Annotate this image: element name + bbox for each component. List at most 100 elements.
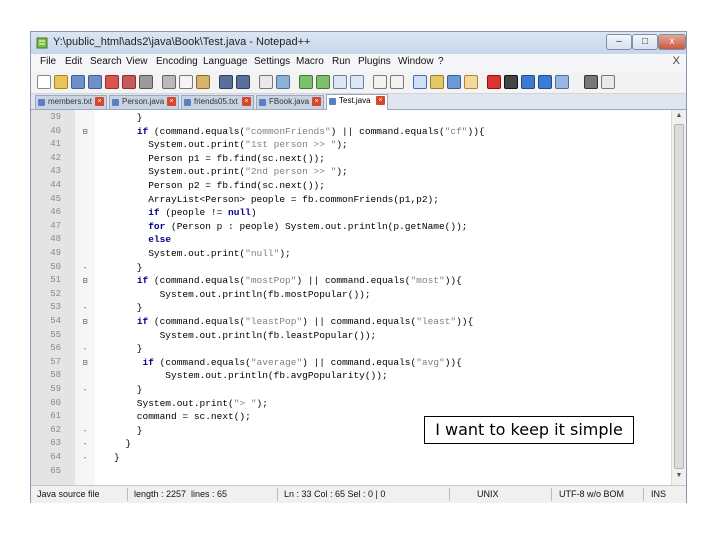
function-list-icon[interactable] (447, 75, 461, 89)
code-line[interactable]: 42 Person p1 = fb.find(sc.next()); (31, 153, 671, 164)
doc-map-icon[interactable] (430, 75, 444, 89)
menu-file[interactable]: File (40, 56, 56, 67)
copy-icon[interactable] (179, 75, 193, 89)
code-line[interactable]: 51 ⊟ if (command.equals("mostPop") || com… (31, 275, 671, 286)
tab-members[interactable]: members.txt × (35, 95, 107, 109)
code-line[interactable]: 54 ⊟ if (command.equals("leastPop") || co… (31, 316, 671, 327)
word-wrap-icon[interactable] (373, 75, 387, 89)
tab-person-java[interactable]: Person.java × (109, 95, 179, 109)
tab-close-icon[interactable]: × (242, 97, 251, 106)
code-line[interactable]: 41 System.out.print("1st person >> "); (31, 139, 671, 150)
indent-guide-icon[interactable] (413, 75, 427, 89)
menu-edit[interactable]: Edit (65, 56, 82, 67)
code-line[interactable]: 39 } (31, 112, 671, 123)
title-bar[interactable]: Y:\public_html\ads2\java\Book\Test.java … (31, 32, 686, 54)
save-icon[interactable] (71, 75, 85, 89)
code-line[interactable]: 59 - } (31, 384, 671, 395)
tab-fbook-java[interactable]: FBook.java × (256, 95, 324, 109)
show-all-chars-icon[interactable] (390, 75, 404, 89)
new-file-icon[interactable] (37, 75, 51, 89)
menu-help[interactable]: ? (438, 56, 444, 67)
redo-icon[interactable] (236, 75, 250, 89)
fold-marker-icon[interactable]: ⊟ (75, 316, 95, 327)
tab-close-icon[interactable]: × (167, 97, 176, 106)
code-line[interactable]: 64 -} (31, 452, 671, 463)
sync-vertical-icon[interactable] (333, 75, 347, 89)
menu-search[interactable]: Search (90, 56, 122, 67)
undo-icon[interactable] (219, 75, 233, 89)
line-number: 63 (50, 438, 61, 449)
code-text: command = sc.next(); (114, 411, 251, 423)
line-number: 53 (50, 302, 61, 313)
zoom-out-icon[interactable] (316, 75, 330, 89)
save-all-icon[interactable] (88, 75, 102, 89)
code-line[interactable]: 43 System.out.print("2nd person >> "); (31, 166, 671, 177)
code-line[interactable]: 56 - } (31, 343, 671, 354)
cut-icon[interactable] (162, 75, 176, 89)
menu-plugins[interactable]: Plugins (358, 56, 391, 67)
code-line[interactable]: 46 if (people != null) (31, 207, 671, 218)
code-line[interactable]: 55 System.out.println(fb.leastPopular())… (31, 330, 671, 341)
code-line[interactable]: 65 (31, 466, 671, 477)
menu-view[interactable]: View (126, 56, 148, 67)
menu-encoding[interactable]: Encoding (156, 56, 198, 67)
code-line[interactable]: 44 Person p2 = fb.find(sc.next()); (31, 180, 671, 191)
code-line[interactable]: 40 ⊟ if (command.equals("commonFriends") … (31, 126, 671, 137)
tab-close-icon[interactable]: × (95, 97, 104, 106)
code-text: System.out.println(fb.leastPopular()); (114, 329, 377, 341)
tab-close-icon[interactable]: × (376, 96, 385, 105)
fold-marker-icon[interactable]: ⊟ (75, 275, 95, 286)
maximize-button[interactable]: □ (632, 34, 658, 50)
zoom-in-icon[interactable] (299, 75, 313, 89)
menu-run[interactable]: Run (332, 56, 350, 67)
line-number: 40 (50, 125, 61, 136)
code-line[interactable]: 53 - } (31, 302, 671, 313)
run-macro-multiple-icon[interactable] (538, 75, 552, 89)
open-folder-icon[interactable] (54, 75, 68, 89)
code-line[interactable]: 57 ⊟ if (command.equals("average") || com… (31, 357, 671, 368)
code-line[interactable]: 49 System.out.print("null"); (31, 248, 671, 259)
status-length: length : 2257 (134, 489, 187, 499)
menu-settings[interactable]: Settings (254, 56, 290, 67)
fold-marker-icon[interactable]: ⊟ (75, 126, 95, 137)
print-icon[interactable] (139, 75, 153, 89)
scroll-up-icon[interactable]: ▲ (674, 112, 684, 122)
paste-icon[interactable] (196, 75, 210, 89)
document-close-icon[interactable]: X (673, 55, 680, 67)
scroll-down-icon[interactable]: ▼ (674, 472, 684, 482)
close-all-icon[interactable] (122, 75, 136, 89)
close-button[interactable]: x (658, 34, 686, 50)
code-line[interactable]: 48 else (31, 234, 671, 245)
code-line[interactable]: 50 - } (31, 262, 671, 273)
code-line[interactable]: 47 for (Person p : people) System.out.pr… (31, 221, 671, 232)
code-line[interactable]: 45 ArrayList<Person> people = fb.commonF… (31, 194, 671, 205)
code-line[interactable]: 60 System.out.print("> "); (31, 398, 671, 409)
fold-marker-icon[interactable]: ⊟ (75, 357, 95, 368)
save-macro-icon[interactable] (555, 75, 569, 89)
tab-test-java[interactable]: Test.java × (326, 94, 388, 110)
tab-friends05[interactable]: friends05.txt × (181, 95, 254, 109)
record-macro-icon[interactable] (487, 75, 501, 89)
line-number: 64 (50, 452, 61, 462)
tab-label: Person.java (122, 97, 165, 106)
find-icon[interactable] (259, 75, 273, 89)
spell-check-icon[interactable] (584, 75, 598, 89)
tab-close-icon[interactable]: × (312, 97, 321, 106)
menu-macro[interactable]: Macro (296, 56, 324, 67)
plugin-icon[interactable] (601, 75, 615, 89)
replace-icon[interactable] (276, 75, 290, 89)
sync-horizontal-icon[interactable] (350, 75, 364, 89)
code-line[interactable]: 58 System.out.println(fb.avgPopularity()… (31, 370, 671, 381)
minimize-button[interactable]: – (606, 34, 632, 50)
language-icon[interactable] (464, 75, 478, 89)
stop-macro-icon[interactable] (504, 75, 518, 89)
menu-language[interactable]: Language (203, 56, 248, 67)
menu-window[interactable]: Window (398, 56, 434, 67)
play-macro-icon[interactable] (521, 75, 535, 89)
code-line[interactable]: 52 System.out.println(fb.mostPopular()); (31, 289, 671, 300)
close-file-icon[interactable] (105, 75, 119, 89)
code-text: System.out.print("2nd person >> "); (114, 166, 348, 178)
code-text: System.out.print("null"); (114, 248, 291, 259)
scroll-thumb[interactable] (674, 124, 684, 469)
vertical-scrollbar[interactable]: ▲ ▼ (671, 110, 686, 485)
